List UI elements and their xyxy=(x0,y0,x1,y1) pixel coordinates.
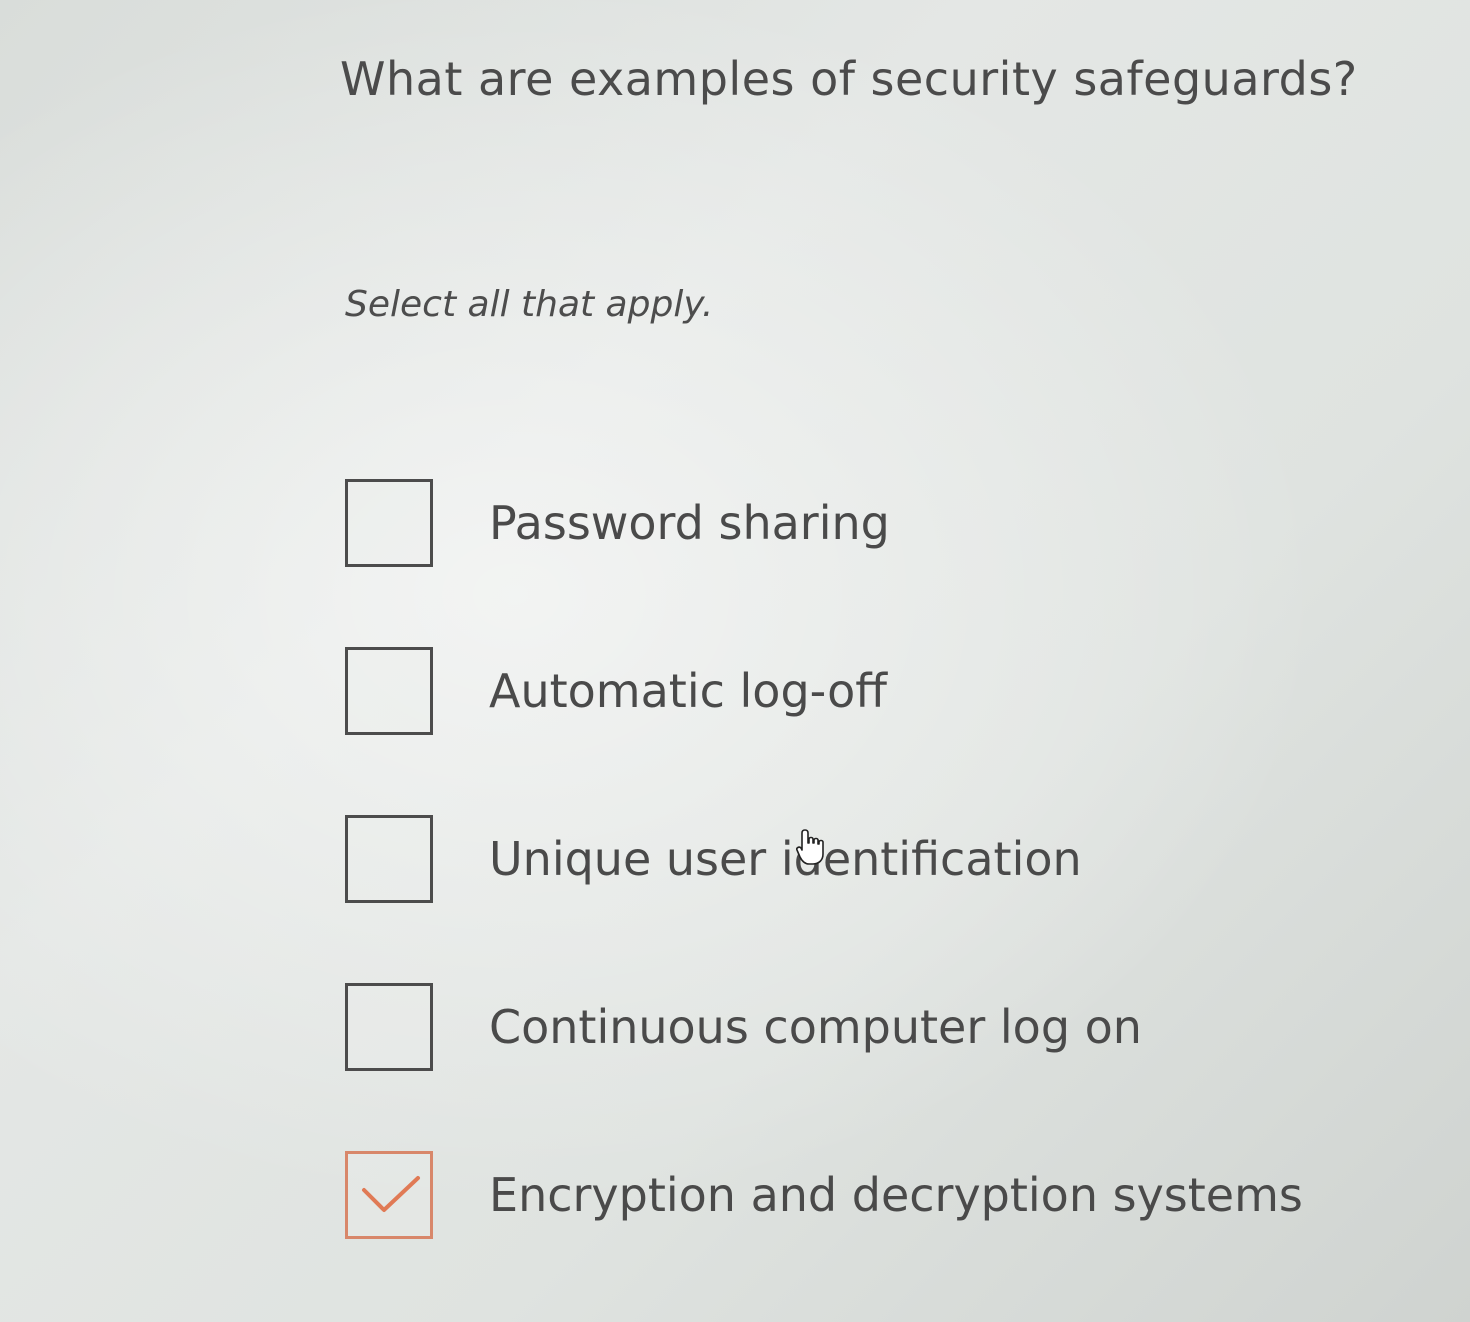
option-label[interactable]: Automatic log-off xyxy=(489,664,887,718)
option-label[interactable]: Unique user identification xyxy=(489,832,1082,886)
option-encryption-and-decryption-systems[interactable]: Encryption and decryption systems xyxy=(345,1148,1303,1242)
option-continuous-computer-log-on[interactable]: Continuous computer log on xyxy=(345,980,1303,1074)
instruction-text: Select all that apply. xyxy=(345,284,714,325)
checkbox-automatic-log-off[interactable] xyxy=(345,647,433,735)
checkbox-continuous-computer-log-on[interactable] xyxy=(345,983,433,1071)
checkbox-unique-user-identification[interactable] xyxy=(345,815,433,903)
option-automatic-log-off[interactable]: Automatic log-off xyxy=(345,644,1303,738)
option-label[interactable]: Password sharing xyxy=(489,496,890,550)
answer-options: Password sharing Automatic log-off Uniqu… xyxy=(345,476,1303,1316)
checkbox-password-sharing[interactable] xyxy=(345,479,433,567)
check-icon xyxy=(362,1176,420,1212)
option-label[interactable]: Continuous computer log on xyxy=(489,1000,1142,1054)
checkbox-encryption-and-decryption-systems[interactable] xyxy=(345,1151,433,1239)
option-label[interactable]: Encryption and decryption systems xyxy=(489,1168,1303,1222)
hand-pointer-icon xyxy=(796,829,824,865)
option-password-sharing[interactable]: Password sharing xyxy=(345,476,1303,570)
question-title: What are examples of security safeguards… xyxy=(340,52,1358,106)
